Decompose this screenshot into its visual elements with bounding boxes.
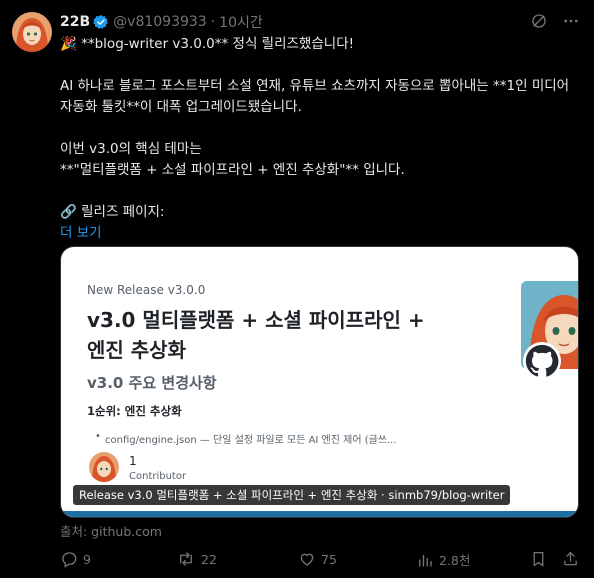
share-icon bbox=[564, 551, 577, 566]
card-source[interactable]: 출처: github.com bbox=[60, 521, 162, 540]
heart-icon bbox=[300, 553, 314, 566]
repost-count: 22 bbox=[201, 551, 217, 567]
author-handle[interactable]: @v81093933 bbox=[113, 14, 207, 30]
card-release-label: New Release v3.0.0 bbox=[87, 283, 206, 297]
post-action-bar: 9 22 75 2.8천 bbox=[60, 550, 580, 570]
contributor-avatar bbox=[89, 452, 119, 482]
post-top-actions bbox=[530, 12, 580, 30]
post-line-3: 자동화 툴킷**이 대폭 업그레이드됐습니다. bbox=[60, 99, 302, 115]
more-options-icon[interactable] bbox=[562, 12, 580, 30]
post-line-6: 🔗 릴리즈 페이지: bbox=[60, 204, 165, 220]
bookmark-icon bbox=[533, 551, 544, 567]
views-button[interactable]: 2.8천 bbox=[416, 550, 470, 569]
card-bullet: config/engine.json — 단일 설정 파일로 모든 AI 엔진 … bbox=[95, 431, 397, 446]
reply-count: 9 bbox=[83, 551, 91, 567]
verified-badge-icon bbox=[93, 14, 109, 30]
like-button[interactable]: 75 bbox=[298, 550, 337, 568]
github-icon bbox=[523, 342, 561, 380]
post-line-4: 이번 v3.0의 핵심 테마는 bbox=[60, 141, 202, 157]
post-line-1: 🎉 **blog-writer v3.0.0** 정식 릴리즈했습니다! bbox=[60, 36, 355, 52]
repost-button[interactable]: 22 bbox=[176, 550, 217, 568]
card-title: v3.0 멀티플랫폼 + 소셜 파이프라인 + 엔진 추상화 bbox=[87, 308, 425, 362]
like-count: 75 bbox=[321, 551, 337, 567]
reply-button[interactable]: 9 bbox=[60, 550, 91, 568]
post-header: 22B @v81093933 · 10시간 bbox=[60, 12, 263, 32]
party-emoji-icon: 🎉 bbox=[60, 36, 77, 52]
view-count: 2.8천 bbox=[439, 553, 471, 568]
repost-icon bbox=[180, 552, 192, 566]
contributors-label: Contributor bbox=[129, 471, 187, 482]
show-more-link[interactable]: 더 보기 bbox=[60, 223, 580, 244]
share-button[interactable] bbox=[562, 550, 579, 568]
grok-icon[interactable] bbox=[530, 12, 548, 30]
header-separator: · bbox=[210, 14, 216, 30]
post-line-5: **"멀티플랫폼 + 소설 파이프라인 + 엔진 추상화"** 입니다. bbox=[60, 162, 405, 178]
post-timestamp[interactable]: 10시간 bbox=[219, 12, 263, 32]
card-bottom-bar bbox=[61, 511, 578, 517]
card-subtitle: v3.0 주요 변경사항 bbox=[87, 374, 217, 392]
card-caption: Release v3.0 멀티플랫폼 + 소셜 파이프라인 + 엔진 추상화 ·… bbox=[73, 485, 511, 505]
link-emoji-icon: 🔗 bbox=[60, 204, 77, 220]
link-preview-card[interactable]: New Release v3.0.0 v3.0 멀티플랫폼 + 소셜 파이프라인… bbox=[60, 246, 579, 518]
views-chart-icon bbox=[419, 554, 432, 567]
contributors-count: 1 bbox=[129, 454, 137, 468]
author-avatar[interactable] bbox=[12, 12, 52, 52]
bookmark-button[interactable] bbox=[530, 550, 547, 568]
card-priority: 1순위: 엔진 추상화 bbox=[87, 404, 182, 418]
post-line-2: AI 하나로 블로그 포스트부터 소설 연재, 유튜브 쇼츠까지 자동으로 뽑아… bbox=[60, 78, 570, 94]
post-text: 🎉 **blog-writer v3.0.0** 정식 릴리즈했습니다! AI … bbox=[60, 34, 580, 244]
reply-icon bbox=[62, 552, 77, 568]
author-name[interactable]: 22B bbox=[60, 14, 90, 30]
